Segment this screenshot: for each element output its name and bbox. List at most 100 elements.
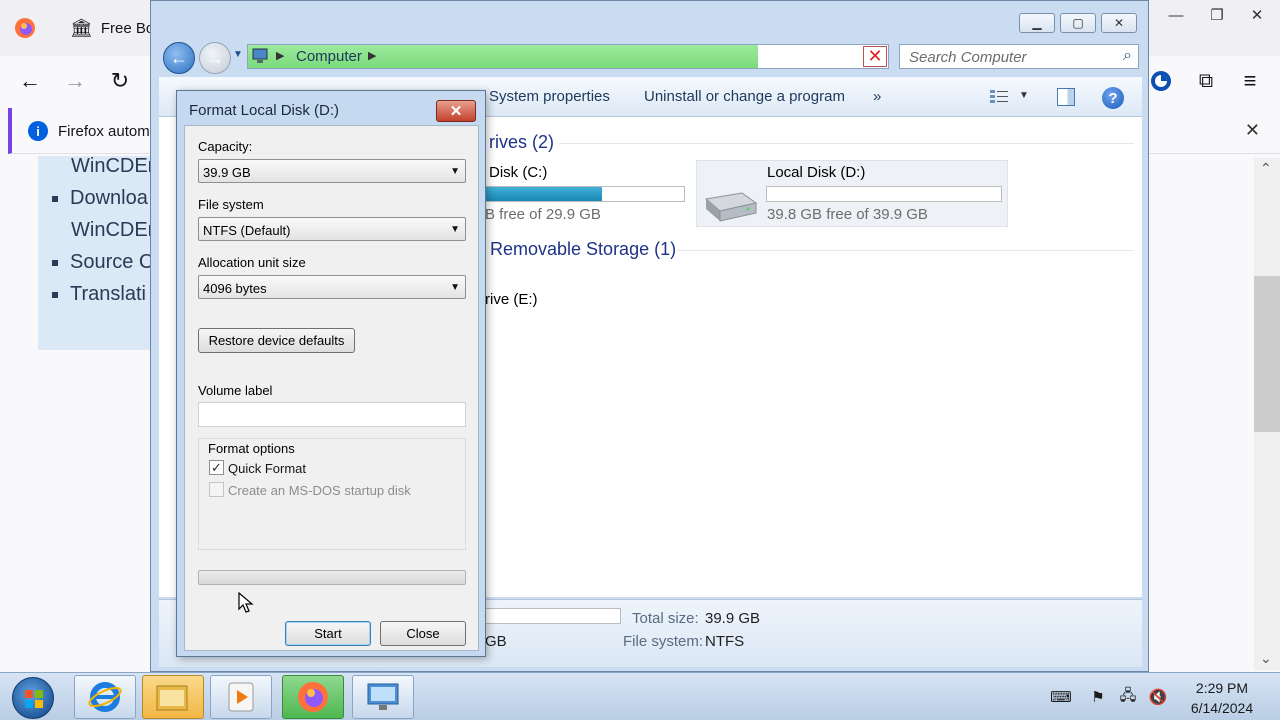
allocation-unit-label: Allocation unit size — [198, 255, 306, 270]
group-divider — [559, 143, 1134, 144]
breadcrumb-computer[interactable]: Computer — [296, 48, 362, 65]
start-button[interactable]: Start — [285, 621, 371, 646]
total-size-value: 39.9 GB — [705, 610, 761, 627]
drive-d-free-space: 39.8 GB free of 39.9 GB — [767, 206, 928, 223]
list-item[interactable]: WinCDEr — [52, 150, 154, 182]
back-arrow-icon[interactable]: ← — [15, 66, 45, 96]
drive-c-usage-fill — [480, 187, 603, 201]
drive-c-name[interactable]: Disk (C:) — [489, 164, 547, 181]
forward-button[interactable]: → — [199, 42, 231, 74]
firefox-icon[interactable] — [14, 17, 36, 39]
format-progress-bar — [198, 570, 466, 585]
more-commands-chevron[interactable]: » — [873, 88, 881, 105]
control-panel-icon — [367, 683, 399, 710]
change-view-icon[interactable] — [989, 89, 1009, 105]
hard-drive-icon — [704, 192, 758, 222]
reload-icon[interactable]: ↻ — [105, 66, 135, 96]
uninstall-program-button[interactable]: Uninstall or change a program — [644, 88, 845, 105]
scroll-down-icon[interactable]: ⌄ — [1260, 650, 1272, 667]
extensions-icon[interactable]: ⧉ — [1191, 66, 1221, 96]
allocation-unit-value: 4096 bytes — [203, 281, 267, 296]
group-header-removable-storage[interactable]: Removable Storage (1) — [490, 239, 676, 260]
network-icon[interactable]: 🖧 — [1118, 687, 1138, 707]
close-icon[interactable]: ✕ — [1101, 13, 1137, 33]
capacity-select[interactable]: 39.9 GB ▼ — [198, 159, 466, 183]
restore-icon[interactable]: ❐ — [1200, 4, 1234, 26]
stop-icon[interactable]: ✕ — [863, 46, 887, 67]
taskbar-media-player[interactable] — [210, 675, 272, 719]
list-item[interactable]: Translati — [52, 278, 154, 310]
file-system-label: File system — [198, 197, 264, 212]
dialog-body: Capacity: 39.9 GB ▼ File system NTFS (De… — [184, 125, 479, 651]
breadcrumb-arrow-icon[interactable]: ▶ — [276, 49, 284, 62]
taskbar-firefox[interactable] — [282, 675, 344, 719]
volume-label-label: Volume label — [198, 383, 273, 398]
folder-icon — [156, 685, 188, 711]
list-item[interactable]: Downloa — [52, 182, 154, 214]
system-properties-button[interactable]: System properties — [489, 88, 610, 105]
details-free-space: GB — [485, 633, 507, 650]
volume-muted-icon[interactable]: 🔇 — [1148, 687, 1168, 707]
mouse-cursor-icon — [238, 592, 254, 613]
page-scrollbar[interactable]: ⌃ ⌄ — [1254, 158, 1280, 670]
drive-e-name[interactable]: rive (E:) — [485, 291, 538, 308]
volume-label-input[interactable] — [198, 402, 466, 427]
breadcrumb-arrow-icon[interactable]: ▶ — [368, 49, 376, 62]
keyboard-icon[interactable]: ⌨ — [1050, 687, 1072, 707]
close-notification-icon[interactable]: ✕ — [1245, 120, 1260, 141]
start-button[interactable] — [12, 677, 54, 719]
system-clock[interactable]: 2:29 PM 6/14/2024 — [1178, 678, 1266, 718]
group-header-hard-drives[interactable]: rives (2) — [489, 132, 554, 153]
list-item[interactable]: Source C — [52, 246, 154, 278]
account-icon[interactable] — [1146, 66, 1176, 96]
menu-icon[interactable]: ≡ — [1235, 66, 1265, 96]
windows-logo-icon — [25, 690, 43, 708]
back-button[interactable]: ← — [163, 42, 195, 74]
history-dropdown-icon[interactable]: ▼ — [233, 49, 243, 60]
internet-explorer-icon — [88, 682, 122, 712]
drive-d-name[interactable]: Local Disk (D:) — [767, 164, 865, 181]
msdos-startup-label: Create an MS-DOS startup disk — [228, 483, 411, 498]
preview-pane-icon[interactable] — [1057, 88, 1075, 106]
dropdown-arrow-icon: ▼ — [450, 166, 460, 177]
action-center-flag-icon[interactable]: ⚑ — [1088, 687, 1108, 707]
library-icon: 🏛 — [70, 17, 93, 38]
drive-c-usage-bar — [479, 186, 685, 202]
taskbar-windows-explorer[interactable] — [142, 675, 204, 719]
file-system-label: File system: — [623, 633, 704, 650]
dialog-title: Format Local Disk (D:) — [189, 102, 340, 119]
address-bar[interactable]: ▶ Computer ▶ ▼ — [247, 44, 889, 69]
taskbar-control-panel[interactable] — [352, 675, 414, 719]
drive-c-free-space: B free of 29.9 GB — [485, 206, 601, 223]
help-icon[interactable]: ? — [1102, 87, 1124, 109]
scroll-up-icon[interactable]: ⌃ — [1260, 160, 1272, 177]
notification-text: Firefox automa — [58, 123, 159, 140]
details-usage-bar — [479, 608, 621, 624]
forward-arrow-icon[interactable]: → — [60, 66, 90, 96]
view-dropdown-icon[interactable]: ▼ — [1019, 90, 1029, 101]
restore-defaults-button[interactable]: Restore device defaults — [198, 328, 355, 353]
file-system-select[interactable]: NTFS (Default) ▼ — [198, 217, 466, 241]
close-icon[interactable]: ✕ — [1240, 4, 1274, 26]
taskbar-internet-explorer[interactable] — [74, 675, 136, 719]
close-button[interactable]: Close — [380, 621, 466, 646]
maximize-icon[interactable]: ▢ — [1060, 13, 1096, 33]
minimize-icon[interactable]: ▁ — [1019, 13, 1055, 33]
quick-format-label[interactable]: Quick Format — [228, 461, 306, 476]
firefox-icon — [298, 682, 328, 712]
search-input[interactable]: Search Computer ⌕ — [899, 44, 1139, 69]
scrollbar-thumb[interactable] — [1254, 276, 1280, 432]
info-icon: i — [28, 121, 48, 141]
dropdown-arrow-icon: ▼ — [450, 224, 460, 235]
search-icon[interactable]: ⌕ — [1123, 47, 1132, 65]
computer-icon — [252, 48, 268, 63]
dialog-close-button[interactable]: ✕ — [436, 100, 476, 122]
total-size-label: Total size: — [632, 610, 699, 627]
list-item[interactable]: WinCDEr — [52, 214, 154, 246]
format-options-label: Format options — [208, 441, 295, 456]
quick-format-checkbox[interactable]: ✓ — [209, 460, 224, 475]
format-dialog: Format Local Disk (D:) ✕ Capacity: 39.9 … — [176, 90, 486, 657]
media-player-icon — [228, 682, 254, 712]
minimize-icon[interactable]: — — [1159, 4, 1193, 26]
allocation-unit-select[interactable]: 4096 bytes ▼ — [198, 275, 466, 299]
